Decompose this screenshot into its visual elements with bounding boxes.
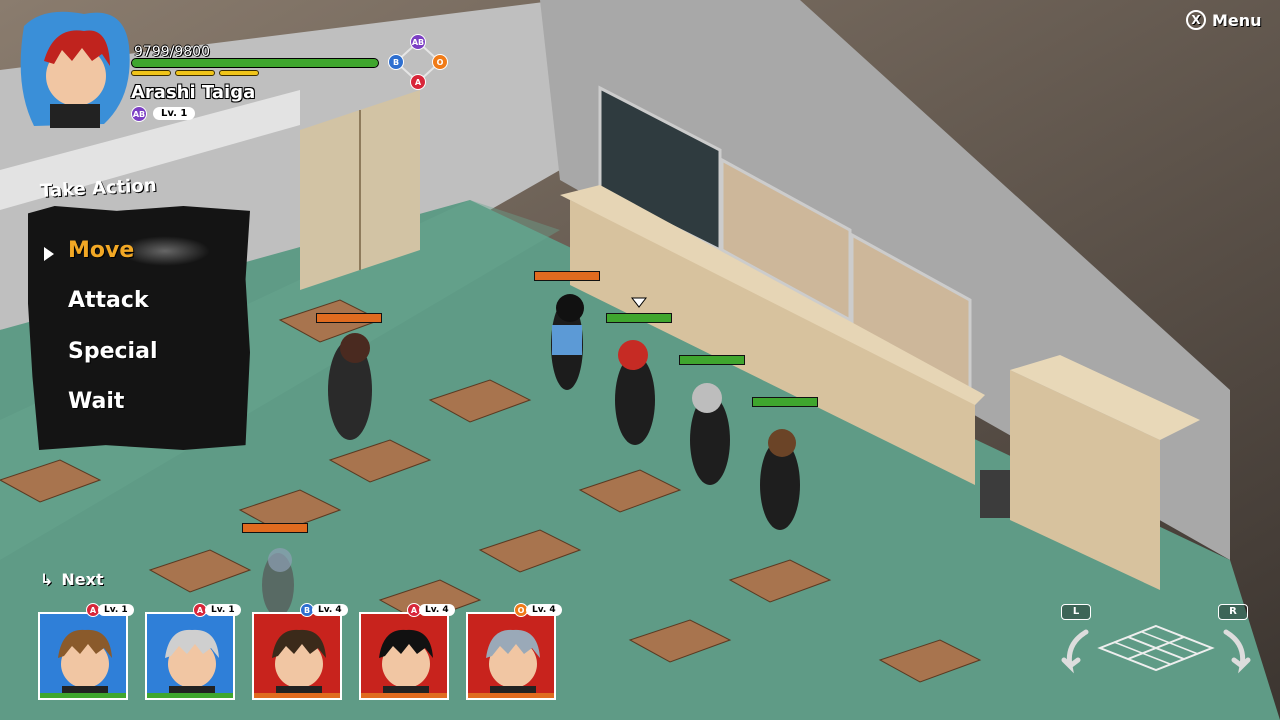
turn-card-level: Lv. 4 [526, 604, 562, 616]
turn-order-card[interactable] [359, 612, 449, 700]
turn-card-hp-strip [468, 693, 554, 698]
turn-order-card[interactable] [145, 612, 235, 700]
action-point-segment [219, 70, 259, 76]
character-portrait [486, 629, 540, 698]
player-blood-type-badge: AB [131, 106, 147, 122]
enemy-hp-bar [534, 271, 600, 281]
player-hp-fill [132, 59, 378, 67]
player-portrait [14, 6, 134, 130]
turn-card-hp-strip [254, 693, 340, 698]
player-hp-bar [131, 58, 379, 68]
blood-type-affinity-diamond: AB B O A [386, 32, 450, 92]
turn-arrow-icon: ↳ [40, 570, 54, 589]
character-portrait [58, 629, 112, 698]
action-special[interactable]: Special [68, 339, 157, 364]
turn-card-hp-strip [147, 693, 233, 698]
turn-order-card[interactable] [38, 612, 128, 700]
player-level: Lv. 1 [153, 107, 196, 120]
turn-card-tag: A Lv. 4 [407, 603, 455, 617]
enemy-hp-bar [242, 523, 308, 533]
blood-ab-node: AB [410, 34, 426, 50]
action-wait[interactable]: Wait [68, 389, 124, 414]
turn-order-card[interactable] [466, 612, 556, 700]
turn-card-tag: A Lv. 1 [193, 603, 241, 617]
turn-card-level: Lv. 1 [205, 604, 241, 616]
next-text: Next [61, 570, 104, 589]
turn-card-tag: O Lv. 4 [514, 603, 562, 617]
turn-card-hp-strip [40, 693, 126, 698]
ally-hp-bar [606, 313, 672, 323]
x-button-icon: X [1186, 10, 1206, 30]
action-move[interactable]: Move [68, 238, 134, 263]
turn-order-label: ↳ Next [40, 570, 104, 589]
menu-label: Menu [1212, 10, 1262, 30]
rotate-right-key[interactable]: R [1218, 604, 1248, 620]
character-portrait [379, 629, 433, 698]
action-point-segment [175, 70, 215, 76]
blood-b-node: B [388, 54, 404, 70]
selector-arrow-icon [44, 247, 54, 261]
camera-grid-icon [1061, 624, 1251, 674]
turn-card-tag: A Lv. 1 [86, 603, 134, 617]
character-portrait [272, 629, 326, 698]
action-attack[interactable]: Attack [68, 288, 149, 313]
turn-card-level: Lv. 1 [98, 604, 134, 616]
character-portrait [165, 629, 219, 698]
turn-card-tag: B Lv. 4 [300, 603, 348, 617]
ally-hp-bar [679, 355, 745, 365]
turn-card-level: Lv. 4 [312, 604, 348, 616]
menu-button[interactable]: X Menu [1186, 8, 1272, 32]
turn-order-card[interactable] [252, 612, 342, 700]
enemy-hp-bar [316, 313, 382, 323]
ally-hp-bar [752, 397, 818, 407]
blood-o-node: O [432, 54, 448, 70]
turn-card-hp-strip [361, 693, 447, 698]
player-name: Arashi Taiga [131, 82, 256, 103]
blood-a-node: A [410, 74, 426, 90]
turn-card-level: Lv. 4 [419, 604, 455, 616]
action-point-segment [131, 70, 171, 76]
rotate-left-key[interactable]: L [1061, 604, 1091, 620]
